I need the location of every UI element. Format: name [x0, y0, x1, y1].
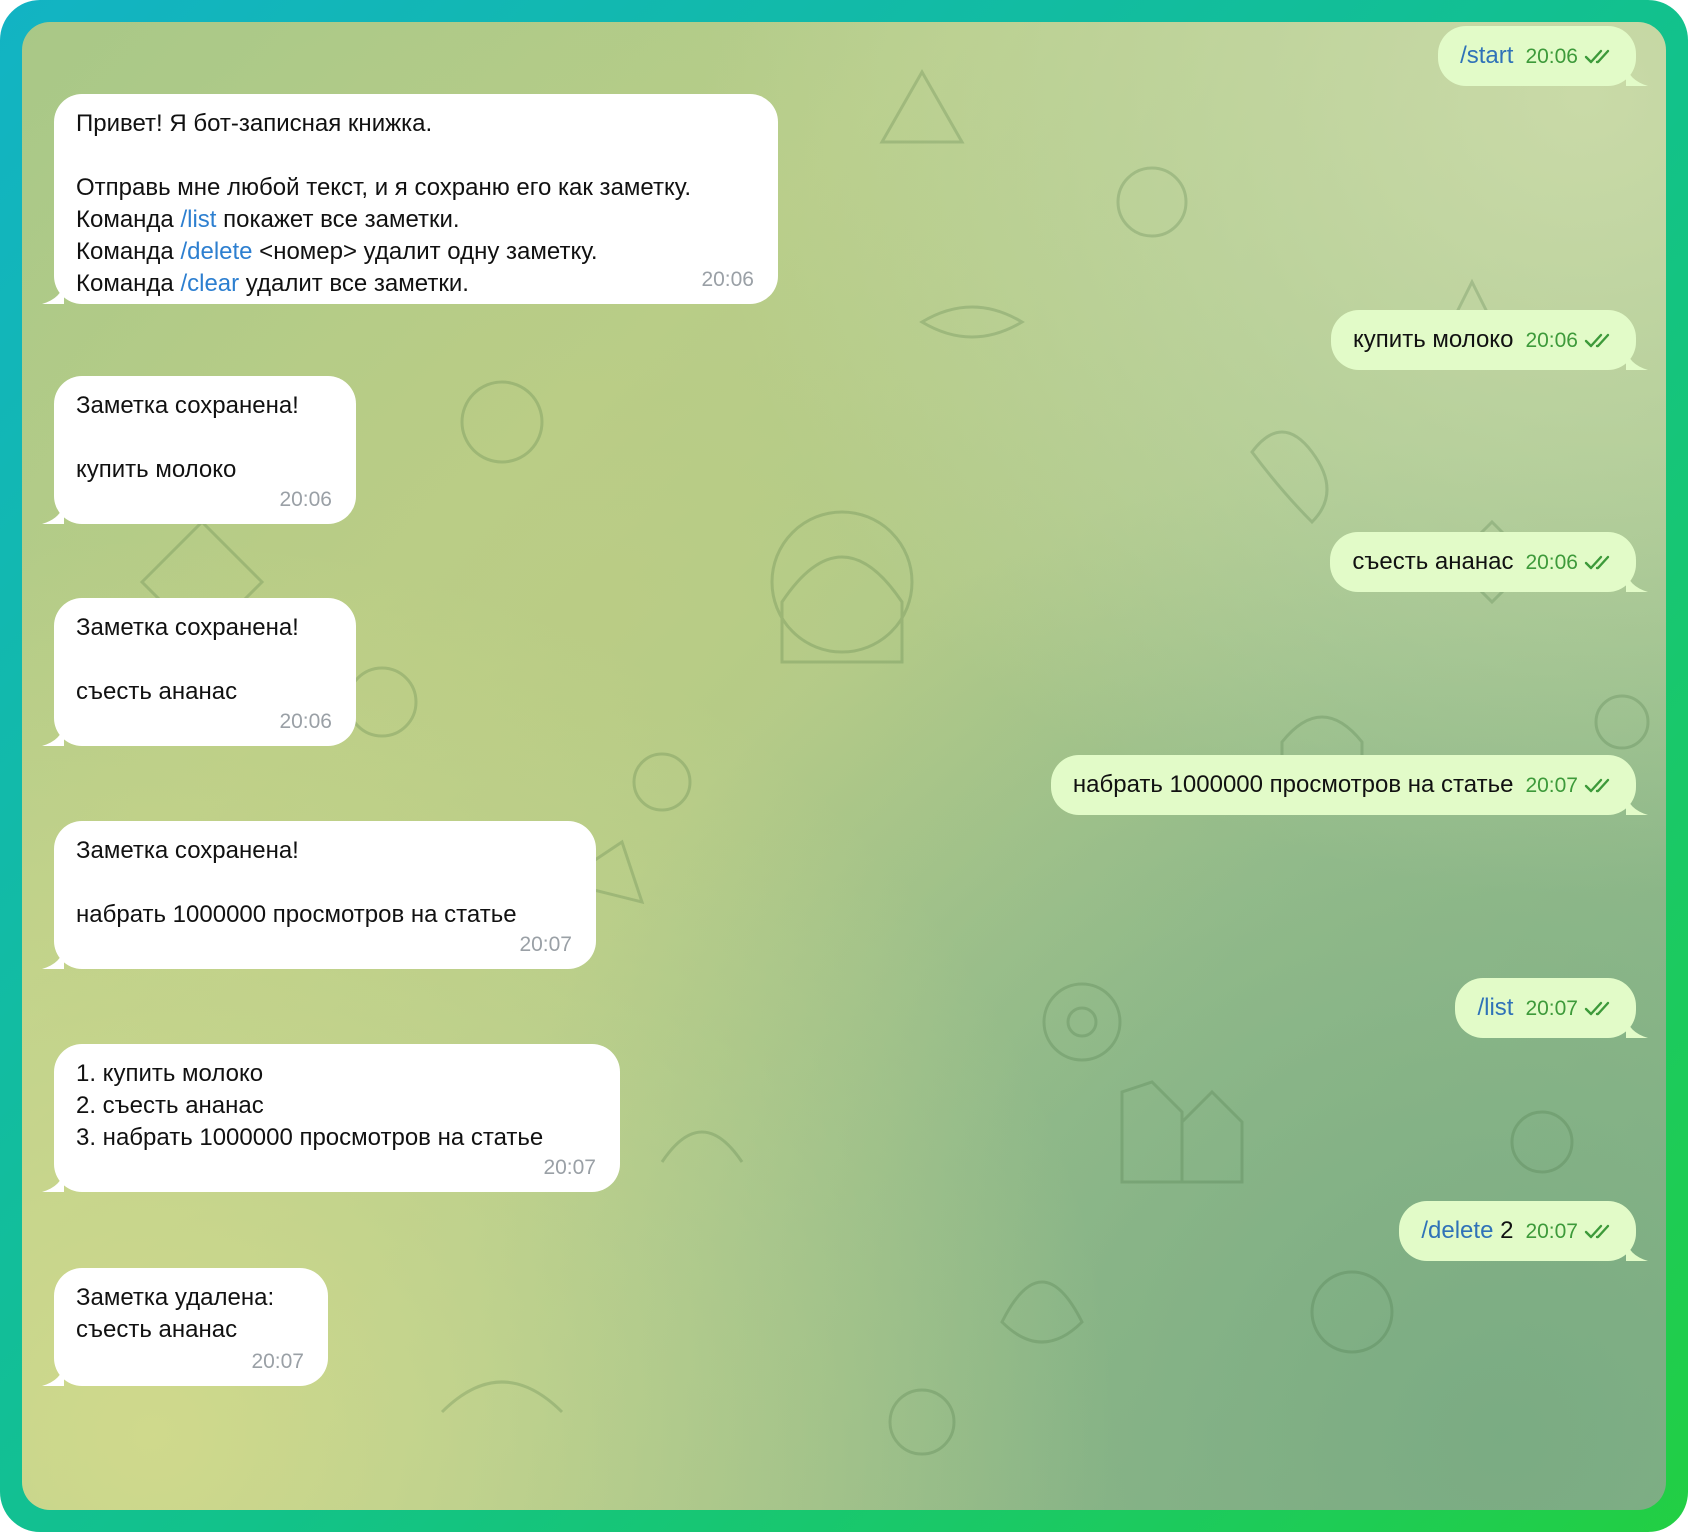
incoming-message[interactable]: Заметка удалена: съесть ананас 20:07: [42, 1268, 328, 1386]
command-link-clear[interactable]: /clear: [180, 270, 239, 297]
bubble-tail: [42, 282, 64, 304]
command-link-delete[interactable]: /delete: [1421, 1217, 1493, 1244]
message-time: 20:06: [701, 268, 754, 291]
incoming-message[interactable]: Привет! Я бот-записная книжка. Отправь м…: [42, 94, 778, 304]
message-line: съесть ананас 20:06: [1352, 548, 1614, 575]
message-line: Заметка сохранена!: [76, 392, 299, 419]
message-time: 20:07: [251, 1350, 304, 1373]
double-check-icon: [1584, 333, 1610, 348]
bubble-tail: [42, 724, 64, 746]
outgoing-message[interactable]: набрать 1000000 просмотров на статье 20:0…: [1050, 755, 1648, 815]
bubble-tail: [42, 1170, 64, 1192]
bubble-tail: [42, 1364, 64, 1386]
double-check-icon: [1584, 1224, 1610, 1239]
outgoing-message[interactable]: съесть ананас 20:06: [1330, 532, 1648, 592]
message-meta: 20:06: [1525, 41, 1614, 73]
message-line: набрать 1000000 просмотров на статье: [76, 901, 517, 928]
message-time: 20:06: [279, 710, 332, 733]
message-time: 20:07: [1525, 997, 1578, 1020]
bubble-tail: [1626, 348, 1648, 370]
bubble-tail: [1626, 1016, 1648, 1038]
message-meta: 20:07: [1525, 1216, 1614, 1248]
message-line: 2. съесть ананас: [76, 1092, 264, 1119]
command-link-list[interactable]: /list: [1477, 994, 1513, 1021]
message-time: 20:07: [519, 933, 572, 956]
message-line: /start 20:06: [1460, 42, 1614, 69]
bubble-tail: [1626, 570, 1648, 592]
message-line: съесть ананас: [76, 678, 238, 705]
message-time: 20:06: [1525, 45, 1578, 68]
message-line: Заметка сохранена!: [76, 614, 299, 641]
message-line: Команда /clear удалит все заметки.: [76, 270, 469, 297]
command-link-delete[interactable]: /delete: [180, 238, 252, 265]
message-time: 20:06: [1525, 551, 1578, 574]
message-line: Заметка удалена:: [76, 1284, 275, 1311]
message-time: 20:06: [1525, 329, 1578, 352]
double-check-icon: [1584, 49, 1610, 64]
message-line: Команда /list покажет все заметки.: [76, 206, 460, 233]
message-line: набрать 1000000 просмотров на статье 20:0…: [1073, 771, 1614, 798]
bubble-tail: [42, 947, 64, 969]
message-line: 1. купить молоко: [76, 1060, 264, 1087]
message-line: 3. набрать 1000000 просмотров на статье: [76, 1124, 544, 1151]
message-meta: 20:07: [1525, 770, 1614, 802]
message-meta: 20:06: [1525, 325, 1614, 357]
message-time: 20:07: [1525, 774, 1578, 797]
message-line: Команда /delete <номер> удалит одну заме…: [76, 238, 598, 265]
outgoing-message[interactable]: купить молоко 20:06: [1331, 310, 1648, 370]
incoming-message[interactable]: Заметка сохранена! купить молоко 20:06: [42, 376, 356, 524]
incoming-message[interactable]: Заметка сохранена! съесть ананас 20:06: [42, 598, 356, 746]
bubble-tail: [42, 502, 64, 524]
bubble-tail: [1626, 793, 1648, 815]
message-line: /list 20:07: [1477, 994, 1614, 1021]
incoming-message[interactable]: 1. купить молоко 2. съесть ананас 3. наб…: [42, 1044, 620, 1192]
double-check-icon: [1584, 778, 1610, 793]
outgoing-message[interactable]: /delete 2 20:07: [1399, 1201, 1648, 1261]
outgoing-message[interactable]: /list 20:07: [1455, 978, 1648, 1038]
double-check-icon: [1584, 555, 1610, 570]
message-line: купить молоко: [76, 456, 237, 483]
message-line: купить молоко 20:06: [1353, 326, 1614, 353]
message-line: Привет! Я бот-записная книжка.: [76, 110, 433, 137]
command-link-start[interactable]: /start: [1460, 42, 1513, 69]
message-time: 20:07: [543, 1156, 596, 1179]
message-line: Заметка сохранена!: [76, 837, 299, 864]
message-time: 20:07: [1525, 1220, 1578, 1243]
message-meta: 20:07: [1525, 993, 1614, 1025]
message-line: съесть ананас: [76, 1316, 238, 1343]
window-frame: Привет! Я бот-записная книжка. Отправь м…: [0, 0, 1688, 1532]
outgoing-message[interactable]: /start 20:06: [1438, 26, 1648, 86]
chat-area[interactable]: Привет! Я бот-записная книжка. Отправь м…: [22, 22, 1666, 1510]
double-check-icon: [1584, 1001, 1610, 1016]
message-time: 20:06: [279, 488, 332, 511]
command-link-list[interactable]: /list: [180, 206, 216, 233]
bubble-tail: [1626, 64, 1648, 86]
message-line: /delete 2 20:07: [1421, 1217, 1614, 1244]
incoming-message[interactable]: Заметка сохранена! набрать 1000000 просм…: [42, 821, 596, 969]
message-line: Отправь мне любой текст, и я сохраню его…: [76, 174, 691, 201]
message-meta: 20:06: [1525, 547, 1614, 579]
bubble-tail: [1626, 1239, 1648, 1261]
